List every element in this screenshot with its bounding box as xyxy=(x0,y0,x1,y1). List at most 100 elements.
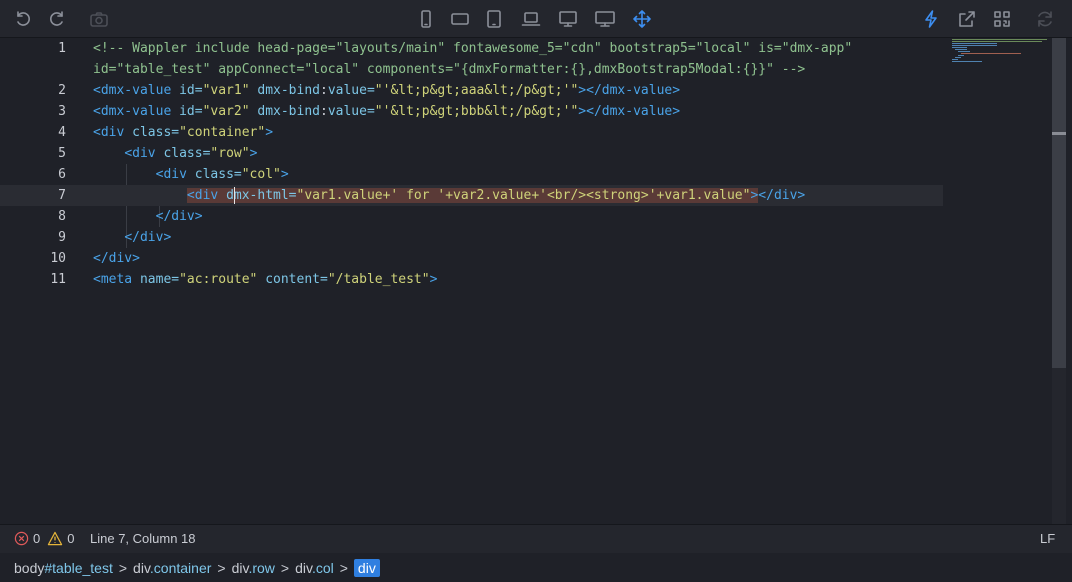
line-number: 5 xyxy=(58,146,66,161)
code-token: name= xyxy=(139,272,180,287)
line-number: 1 xyxy=(58,41,66,56)
desktop-icon[interactable] xyxy=(556,7,580,31)
code-token: <div xyxy=(93,125,133,140)
code-token: > xyxy=(249,146,258,161)
line-number: 2 xyxy=(58,83,66,98)
code-token: : xyxy=(320,83,328,98)
code-token: </div> xyxy=(758,188,806,203)
code-line[interactable]: 6 <div class="col"> xyxy=(0,164,943,185)
code-line[interactable]: 10 </div> xyxy=(0,248,943,269)
code-line[interactable]: id="table_test" appConnect="local" compo… xyxy=(0,59,943,80)
code-token: </div> xyxy=(124,230,172,245)
code-line[interactable]: 8 </div> xyxy=(0,206,943,227)
code-text: <!-- Wappler include head-page="layouts/… xyxy=(93,38,852,59)
code-token: <dmx-value xyxy=(93,83,180,98)
phone-portrait-icon[interactable] xyxy=(414,7,438,31)
code-token: <meta xyxy=(93,272,140,287)
code-line[interactable]: 7 <div dmx-html="var1.value+' for '+var2… xyxy=(0,185,943,206)
code-line[interactable]: 4 <div class="container"> xyxy=(0,122,943,143)
code-token: content= xyxy=(265,272,328,287)
code-token: id="table_test" appConnect="local" compo… xyxy=(93,62,806,77)
code-token: <div xyxy=(155,167,195,182)
breadcrumb-item-col[interactable]: div.col xyxy=(295,560,334,576)
code-token: "var1" xyxy=(202,83,258,98)
refresh-icon[interactable] xyxy=(1033,7,1057,31)
code-line[interactable]: 1 <!-- Wappler include head-page="layouts… xyxy=(0,38,943,59)
line-number: 7 xyxy=(58,188,66,203)
breadcrumb-separator: > xyxy=(118,559,128,576)
code-text: <dmx-value id="var2" dmx-bind:value="'&l… xyxy=(93,101,680,122)
scrollbar-thumb[interactable] xyxy=(1052,38,1066,368)
code-editor[interactable]: 1 <!-- Wappler include head-page="layouts… xyxy=(0,38,1052,524)
code-token: class= xyxy=(132,125,180,140)
monitor-icon[interactable] xyxy=(593,7,617,31)
code-token: value= xyxy=(327,104,375,119)
code-text: <dmx-value id="var1" dmx-bind:value="'&l… xyxy=(93,80,680,101)
code-token: ></dmx-value> xyxy=(578,104,681,119)
code-token: "ac:route" xyxy=(179,272,266,287)
code-token: <dmx-value xyxy=(93,104,180,119)
text-cursor xyxy=(234,187,235,204)
code-line[interactable]: 5 <div class="row"> xyxy=(0,143,943,164)
code-text: <div class="col"> xyxy=(93,164,289,185)
code-token: "var1.value+' for '+var2.value+'<br/><st… xyxy=(296,188,751,203)
code-token: </div> xyxy=(93,251,140,266)
code-token: dmx-html= xyxy=(226,188,297,203)
breadcrumb-item-body[interactable]: body#table_test xyxy=(14,560,113,576)
move-icon[interactable] xyxy=(630,7,654,31)
laptop-icon[interactable] xyxy=(519,7,543,31)
code-text: </div> xyxy=(93,227,171,248)
error-icon xyxy=(14,531,29,546)
code-token: class= xyxy=(163,146,211,161)
camera-icon[interactable] xyxy=(87,7,111,31)
line-ending[interactable]: LF xyxy=(1040,531,1055,546)
code-token: > xyxy=(429,272,438,287)
breadcrumb-separator: > xyxy=(280,559,290,576)
code-line[interactable]: 9 </div> xyxy=(0,227,943,248)
line-number: 9 xyxy=(58,230,66,245)
line-number: 3 xyxy=(58,104,66,119)
code-token: > xyxy=(280,167,289,182)
status-bar: 0 0 Line 7, Column 18 LF xyxy=(0,524,1072,553)
error-count: 0 xyxy=(33,531,41,546)
code-token: "col" xyxy=(241,167,281,182)
breadcrumb-separator: > xyxy=(217,559,226,576)
toolbar xyxy=(0,0,1072,38)
problems-indicator[interactable]: 0 0 xyxy=(14,531,74,546)
scrollbar-cursor-marker xyxy=(1052,132,1066,135)
code-line[interactable]: 3 <dmx-value id="var2" dmx-bind:value="'&… xyxy=(0,101,943,122)
tablet-portrait-icon[interactable] xyxy=(482,7,506,31)
breadcrumb-item-row[interactable]: div.row xyxy=(232,560,275,576)
phone-landscape-icon[interactable] xyxy=(448,7,472,31)
redo-icon[interactable] xyxy=(45,7,69,31)
code-token: </div> xyxy=(155,209,203,224)
warning-count: 0 xyxy=(67,531,75,546)
code-line[interactable]: 11 <meta name="ac:route" content="/table_… xyxy=(0,269,943,290)
code-token: "var2" xyxy=(202,104,258,119)
code-token: class= xyxy=(194,167,242,182)
qrcode-icon[interactable] xyxy=(990,7,1014,31)
code-token: "row" xyxy=(210,146,250,161)
line-number: 8 xyxy=(58,209,66,224)
warning-icon xyxy=(48,531,63,546)
code-line[interactable]: 2 <dmx-value id="var1" dmx-bind:value="'&… xyxy=(0,80,943,101)
line-number: 10 xyxy=(50,251,66,266)
lightning-icon[interactable] xyxy=(919,7,943,31)
code-token: <div xyxy=(124,146,164,161)
breadcrumb-item-container[interactable]: div.container xyxy=(133,560,211,576)
code-token: ></dmx-value> xyxy=(578,83,681,98)
cursor-position[interactable]: Line 7, Column 18 xyxy=(90,531,196,546)
share-icon[interactable] xyxy=(955,7,979,31)
code-token: : xyxy=(320,104,328,119)
breadcrumb-item-active[interactable]: div xyxy=(353,558,380,577)
code-token: dmx-bind xyxy=(257,104,320,119)
undo-icon[interactable] xyxy=(11,7,35,31)
code-token: value= xyxy=(327,83,375,98)
line-number: 4 xyxy=(58,125,66,140)
code-token: id= xyxy=(179,104,203,119)
code-token: id= xyxy=(179,83,203,98)
minimap[interactable] xyxy=(950,38,1050,68)
